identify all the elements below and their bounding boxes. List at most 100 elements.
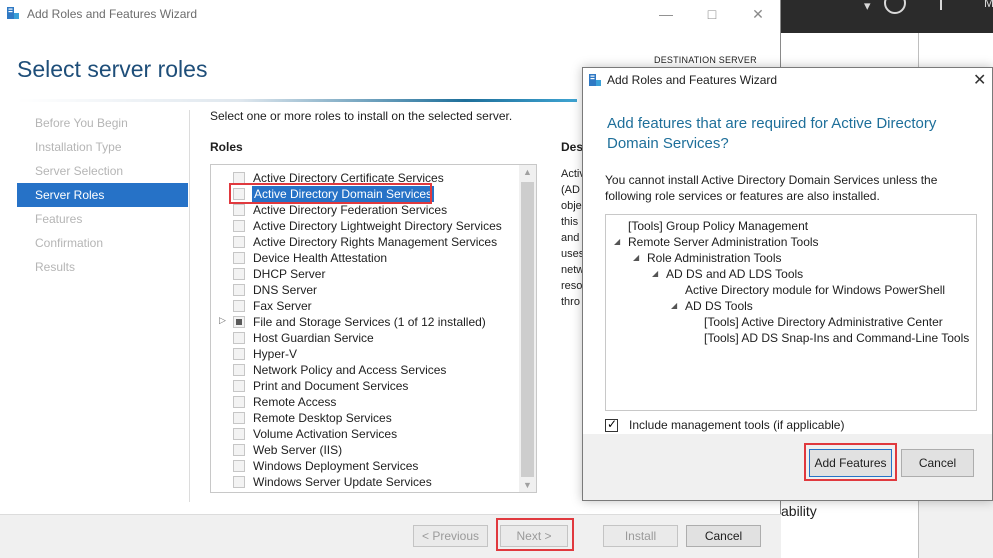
role-checkbox[interactable] — [233, 300, 245, 312]
description-line: and — [561, 232, 580, 244]
role-checkbox[interactable] — [233, 380, 245, 392]
tree-collapse-icon[interactable]: ◢ — [671, 298, 677, 314]
tree-collapse-icon[interactable]: ◢ — [633, 250, 639, 266]
wizard-nav: Before You Begin Installation Type Serve… — [17, 111, 188, 279]
role-label[interactable]: Remote Desktop Services — [253, 410, 392, 426]
include-tools-checkbox[interactable] — [605, 417, 618, 432]
role-checkbox[interactable] — [233, 252, 245, 264]
tree-item[interactable]: [Tools] Active Directory Administrative … — [704, 314, 943, 330]
notifications-flag-icon[interactable]: ▾ — [864, 0, 871, 14]
description-line: netw — [561, 264, 583, 276]
role-checkbox[interactable] — [233, 316, 245, 328]
role-label[interactable]: Device Health Attestation — [253, 250, 387, 266]
role-label[interactable]: File and Storage Services (1 of 12 insta… — [253, 314, 486, 330]
role-label[interactable]: Host Guardian Service — [253, 330, 374, 346]
role-row[interactable]: DNS Server — [211, 282, 517, 298]
tree-collapse-icon[interactable]: ◢ — [614, 234, 620, 250]
role-checkbox[interactable] — [233, 396, 245, 408]
role-label[interactable]: Remote Access — [253, 394, 336, 410]
role-label[interactable]: Active Directory Rights Management Servi… — [253, 234, 497, 250]
role-checkbox[interactable] — [233, 428, 245, 440]
previous-button[interactable]: < Previous — [413, 525, 488, 547]
description-line: Activ — [561, 168, 583, 180]
role-checkbox[interactable] — [233, 476, 245, 488]
role-row[interactable]: Print and Document Services — [211, 378, 517, 394]
role-label[interactable]: DHCP Server — [253, 266, 325, 282]
scroll-thumb[interactable] — [521, 182, 534, 477]
role-row[interactable]: Device Health Attestation — [211, 250, 517, 266]
role-row[interactable]: Active Directory Rights Management Servi… — [211, 234, 517, 250]
description-line: this — [561, 216, 579, 228]
role-row[interactable]: Remote Access — [211, 394, 517, 410]
role-checkbox[interactable] — [233, 284, 245, 296]
role-row[interactable]: Windows Server Update Services — [211, 474, 517, 490]
role-checkbox[interactable] — [233, 460, 245, 472]
role-row[interactable]: Web Server (IIS) — [211, 442, 517, 458]
scroll-down-icon[interactable]: ▼ — [519, 480, 536, 490]
tree-item[interactable]: [Tools] Group Policy Management — [628, 218, 808, 234]
title-divider — [17, 99, 577, 102]
required-features-tree[interactable]: [Tools] Group Policy Management ◢ Remote S… — [605, 214, 977, 411]
role-checkbox[interactable] — [233, 412, 245, 424]
nav-item-server-roles[interactable]: Server Roles — [17, 183, 188, 207]
maximize-button[interactable]: □ — [702, 4, 722, 24]
role-label[interactable]: Network Policy and Access Services — [253, 362, 446, 378]
role-row[interactable]: Host Guardian Service — [211, 330, 517, 346]
wizard-window-title: Add Roles and Features Wizard — [27, 7, 198, 21]
role-label[interactable]: Volume Activation Services — [253, 426, 397, 442]
roles-list[interactable]: ▲ ▼ Active Directory Certificate Service… — [210, 164, 537, 493]
manage-menu-label[interactable]: M — [984, 0, 993, 10]
tree-item[interactable]: ◢ AD DS and AD LDS Tools — [652, 266, 803, 282]
dialog-cancel-button[interactable]: Cancel — [901, 449, 974, 477]
expand-arrow-icon[interactable]: ▷ — [219, 315, 226, 326]
minimize-button[interactable]: — — [656, 4, 676, 24]
role-checkbox[interactable] — [233, 268, 245, 280]
nav-item-server-selection: Server Selection — [35, 164, 124, 178]
role-row[interactable]: Remote Desktop Services — [211, 410, 517, 426]
role-row[interactable]: Active Directory Federation Services — [211, 202, 517, 218]
scroll-up-icon[interactable]: ▲ — [519, 167, 536, 177]
role-checkbox[interactable] — [233, 364, 245, 376]
role-row[interactable]: DHCP Server — [211, 266, 517, 282]
role-row[interactable]: Fax Server — [211, 298, 517, 314]
role-row[interactable]: Volume Activation Services — [211, 426, 517, 442]
role-label[interactable]: Web Server (IIS) — [253, 442, 342, 458]
role-checkbox[interactable] — [233, 236, 245, 248]
tree-item-label: AD DS Tools — [685, 299, 753, 313]
role-row[interactable]: Active Directory Lightweight Directory S… — [211, 218, 517, 234]
tree-item-label: [Tools] AD DS Snap-Ins and Command-Line … — [704, 331, 970, 345]
close-button[interactable]: ✕ — [748, 4, 768, 24]
role-label[interactable]: Active Directory Lightweight Directory S… — [253, 218, 502, 234]
role-row[interactable]: Windows Deployment Services — [211, 458, 517, 474]
refresh-icon[interactable] — [884, 0, 906, 14]
role-checkbox[interactable] — [233, 204, 245, 216]
role-row[interactable]: Hyper-V — [211, 346, 517, 362]
nav-item-confirmation: Confirmation — [35, 236, 104, 250]
install-button[interactable]: Install — [603, 525, 678, 547]
tree-item[interactable]: ◢ Remote Server Administration Tools — [614, 234, 819, 250]
tree-item[interactable]: ◢ AD DS Tools — [671, 298, 753, 314]
role-row[interactable]: ▷ File and Storage Services (1 of 12 inst… — [211, 314, 517, 330]
role-label[interactable]: Windows Deployment Services — [253, 458, 418, 474]
role-label[interactable]: Active Directory Federation Services — [253, 202, 447, 218]
tree-collapse-icon[interactable]: ◢ — [652, 266, 658, 282]
role-label[interactable]: Fax Server — [253, 298, 312, 314]
role-checkbox[interactable] — [233, 348, 245, 360]
roles-scrollbar[interactable]: ▲ ▼ — [519, 165, 536, 492]
cancel-button[interactable]: Cancel — [686, 525, 761, 547]
role-checkbox[interactable] — [233, 220, 245, 232]
role-label[interactable]: Windows Server Update Services — [253, 474, 432, 490]
role-label[interactable]: Hyper-V — [253, 346, 297, 362]
wizard-titlebar[interactable]: Add Roles and Features Wizard — □ ✕ — [0, 0, 781, 28]
role-label[interactable]: DNS Server — [253, 282, 317, 298]
role-checkbox[interactable] — [233, 444, 245, 456]
tree-item[interactable]: [Tools] AD DS Snap-Ins and Command-Line … — [704, 330, 969, 346]
tree-item[interactable]: Active Directory module for Windows Powe… — [685, 282, 945, 298]
description-line: uses — [561, 248, 583, 260]
role-label[interactable]: Print and Document Services — [253, 378, 408, 394]
tree-item[interactable]: ◢ Role Administration Tools — [633, 250, 782, 266]
role-checkbox[interactable] — [233, 332, 245, 344]
role-row[interactable]: Network Policy and Access Services — [211, 362, 517, 378]
include-tools-label[interactable]: Include management tools (if applicable) — [629, 418, 844, 432]
dialog-close-icon[interactable]: ✕ — [973, 70, 986, 90]
